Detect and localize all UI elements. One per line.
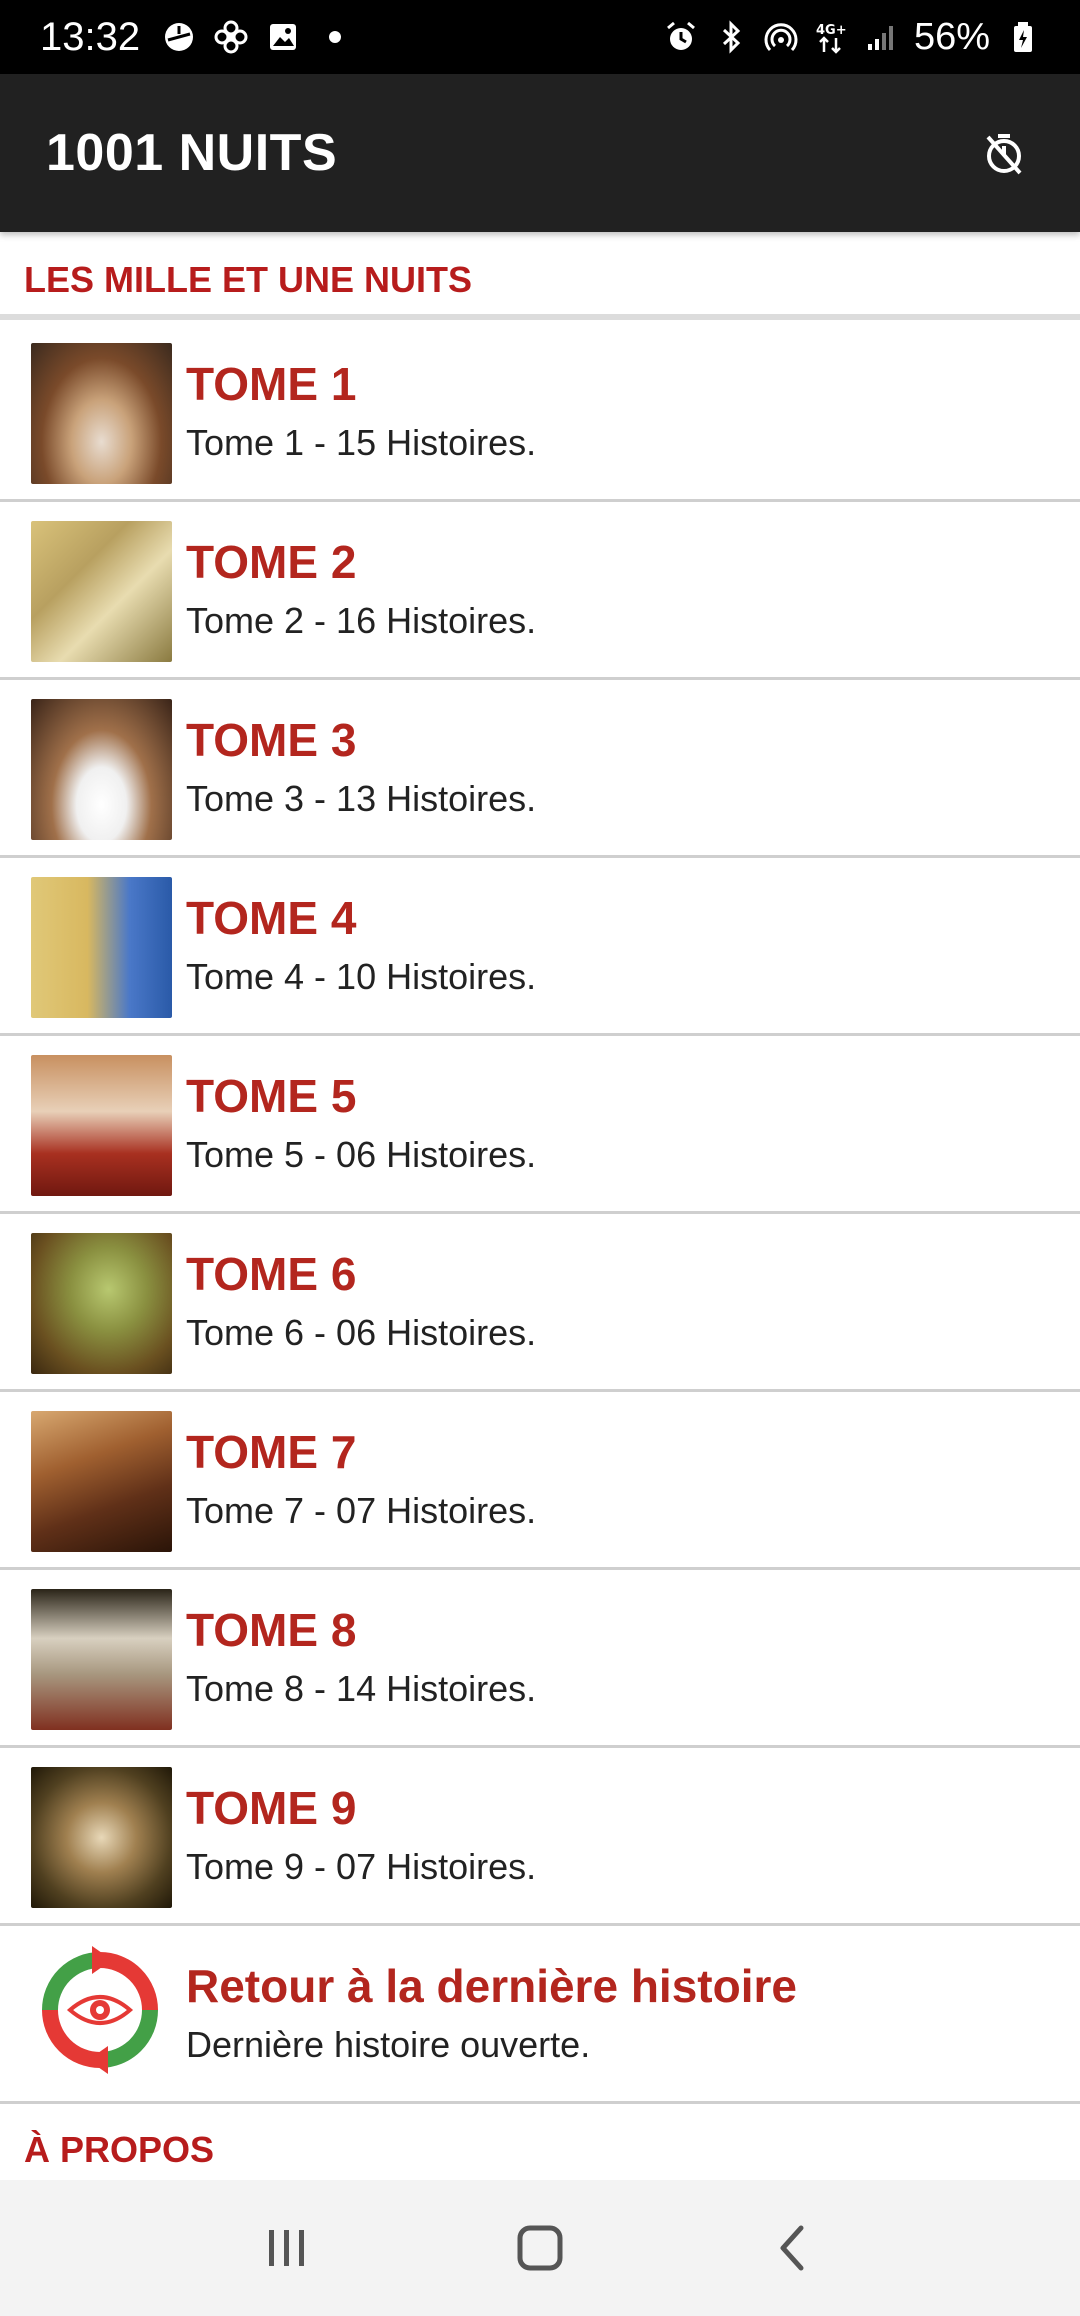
tome-8-thumbnail: [31, 1589, 172, 1730]
timer-off-button[interactable]: [974, 123, 1034, 183]
tome-title: TOME 2: [186, 536, 357, 588]
back-button[interactable]: [748, 2203, 838, 2293]
tome-subtitle: Tome 4 - 10 Histoires.: [186, 956, 537, 997]
last-story-subtitle: Dernière histoire ouverte.: [186, 2024, 591, 2065]
dot-icon: [318, 20, 352, 54]
resume-story-icon: [42, 1946, 158, 2074]
signal-icon: [864, 20, 898, 54]
list-item-tome-7[interactable]: TOME 7 Tome 7 - 07 Histoires.: [0, 1392, 1080, 1570]
tome-subtitle: Tome 6 - 06 Histoires.: [186, 1312, 537, 1353]
alarm-icon: [664, 20, 698, 54]
app-notification-icon: [162, 20, 196, 54]
system-nav-bar: [0, 2180, 1080, 2316]
timer-off-icon: [986, 134, 1022, 175]
fan-icon: [214, 20, 248, 54]
list-item-tome-5[interactable]: TOME 5 Tome 5 - 06 Histoires.: [0, 1036, 1080, 1214]
tome-subtitle: Tome 1 - 15 Histoires.: [186, 422, 537, 463]
bluetooth-icon: [714, 20, 748, 54]
tome-subtitle: Tome 3 - 13 Histoires.: [186, 778, 537, 819]
tome-subtitle: Tome 7 - 07 Histoires.: [186, 1490, 537, 1531]
list-item-tome-3[interactable]: TOME 3 Tome 3 - 13 Histoires.: [0, 680, 1080, 858]
tome-7-thumbnail: [31, 1411, 172, 1552]
tome-title: TOME 4: [186, 892, 357, 944]
list-item-tome-1[interactable]: TOME 1 Tome 1 - 15 Histoires.: [0, 324, 1080, 502]
tome-subtitle: Tome 8 - 14 Histoires.: [186, 1668, 537, 1709]
svg-text:4G+: 4G+: [816, 23, 847, 38]
tome-6-thumbnail: [31, 1233, 172, 1374]
tome-list: TOME 1 Tome 1 - 15 Histoires. TOME 2 Tom…: [0, 324, 1080, 2104]
list-item-tome-8[interactable]: TOME 8 Tome 8 - 14 Histoires.: [0, 1570, 1080, 1748]
tome-subtitle: Tome 5 - 06 Histoires.: [186, 1134, 537, 1175]
last-story-item[interactable]: Retour à la dernière histoire Dernière h…: [0, 1926, 1080, 2104]
tome-title: TOME 1: [186, 358, 357, 410]
list-item-tome-2[interactable]: TOME 2 Tome 2 - 16 Histoires.: [0, 502, 1080, 680]
home-button[interactable]: [495, 2203, 585, 2293]
app-bar: 1001 NUITS: [0, 74, 1080, 232]
tome-title: TOME 3: [186, 714, 357, 766]
tome-title: TOME 7: [186, 1426, 357, 1478]
battery-icon: [1006, 20, 1040, 54]
back-icon: [780, 2225, 804, 2271]
hotspot-icon: [764, 20, 798, 54]
section-header-about: À PROPOS: [24, 2129, 215, 2170]
last-story-title: Retour à la dernière histoire: [186, 1960, 797, 2012]
status-bar: 13:32 4G+ 56%: [0, 0, 1080, 74]
tome-subtitle: Tome 9 - 07 Histoires.: [186, 1846, 537, 1887]
tome-title: TOME 5: [186, 1070, 357, 1122]
recents-icon: [268, 2230, 304, 2266]
list-item-tome-4[interactable]: TOME 4 Tome 4 - 10 Histoires.: [0, 858, 1080, 1036]
status-notification-icons: [162, 20, 352, 54]
status-time: 13:32: [40, 14, 141, 59]
tome-1-thumbnail: [31, 343, 172, 484]
list-item-tome-6[interactable]: TOME 6 Tome 6 - 06 Histoires.: [0, 1214, 1080, 1392]
home-icon: [517, 2225, 563, 2271]
tome-subtitle: Tome 2 - 16 Histoires.: [186, 600, 537, 641]
battery-percentage: 56%: [913, 15, 990, 58]
tome-3-thumbnail: [31, 699, 172, 840]
tome-9-thumbnail: [31, 1767, 172, 1908]
tome-4-thumbnail: [31, 877, 172, 1018]
tome-5-thumbnail: [31, 1055, 172, 1196]
app-title: 1001 NUITS: [46, 124, 338, 182]
list-item-tome-9[interactable]: TOME 9 Tome 9 - 07 Histoires.: [0, 1748, 1080, 1926]
tome-title: TOME 8: [186, 1604, 357, 1656]
4g-data-icon: 4G+: [814, 20, 848, 54]
status-system-icons: 4G+ 56%: [664, 16, 1040, 59]
recents-button[interactable]: [242, 2203, 332, 2293]
image-icon: [266, 20, 300, 54]
section-header-collection: LES MILLE ET UNE NUITS: [0, 232, 1080, 320]
tome-title: TOME 9: [186, 1782, 357, 1834]
tome-title: TOME 6: [186, 1248, 357, 1300]
tome-2-thumbnail: [31, 521, 172, 662]
